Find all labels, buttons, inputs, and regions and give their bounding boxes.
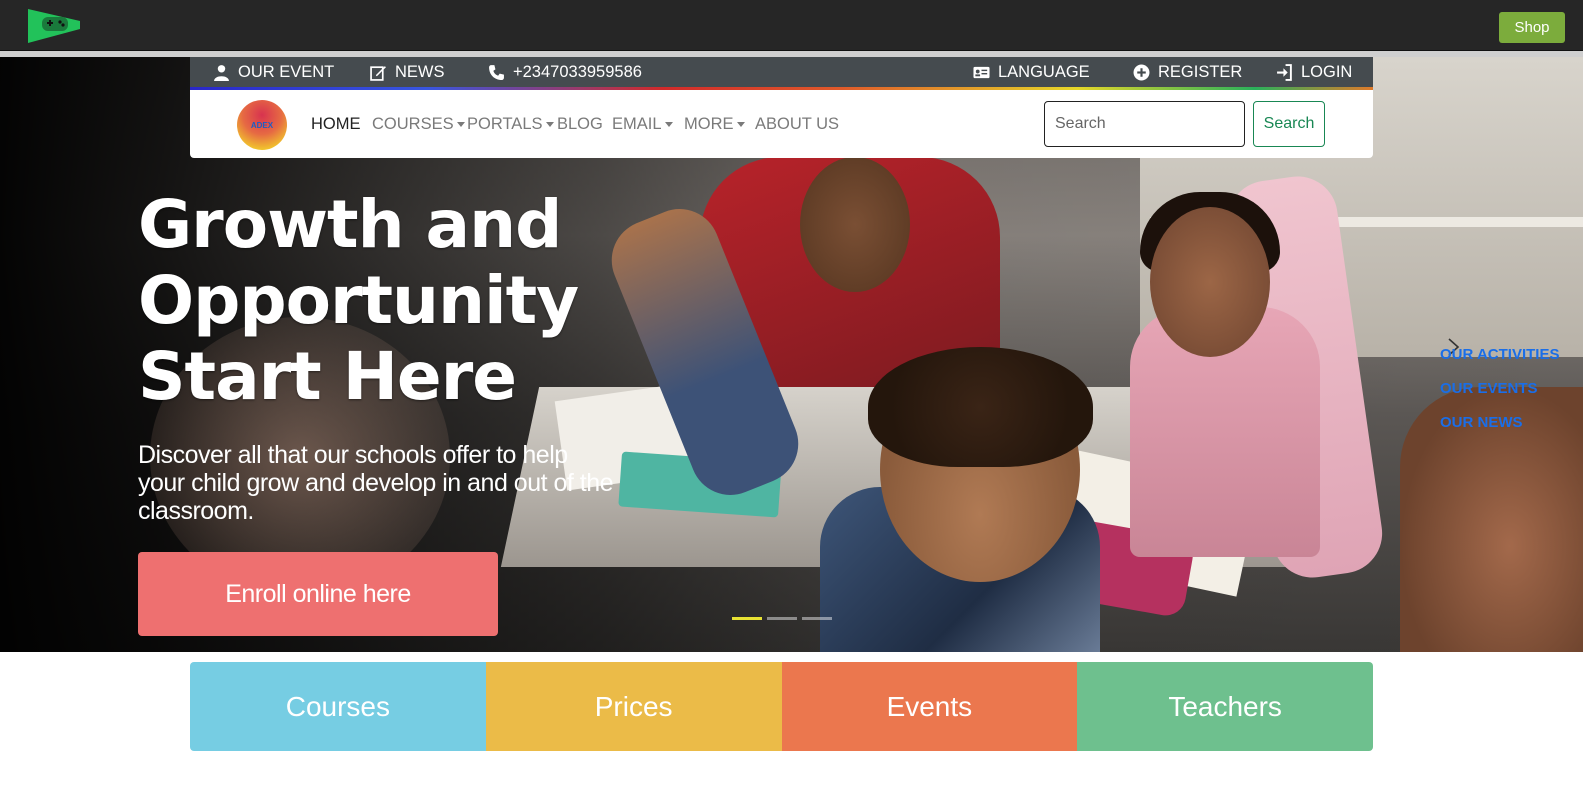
tile-events-label: Events — [886, 690, 973, 722]
tile-prices[interactable]: Prices — [485, 662, 782, 751]
our-news-link[interactable]: OUR NEWS — [1440, 413, 1559, 447]
nav-more-label: MORE — [684, 115, 734, 133]
nav-home-label: HOME — [311, 115, 361, 133]
carousel-indicator[interactable] — [802, 617, 832, 620]
search-input[interactable] — [1044, 101, 1245, 147]
nav-portals-label: PORTALS — [467, 115, 543, 133]
hero-title-line: Growth and — [138, 186, 562, 263]
nav-email[interactable]: EMAIL — [612, 115, 673, 134]
language-label: LANGUAGE — [998, 63, 1090, 81]
top-bar: Shop — [0, 0, 1583, 51]
phone-number: +2347033959586 — [513, 63, 642, 81]
chevron-down-icon — [664, 122, 673, 128]
plus-circle-icon — [1133, 64, 1150, 80]
hero-photo-boy-hair — [868, 347, 1093, 467]
nav-courses-label: COURSES — [372, 115, 454, 133]
register-label: REGISTER — [1158, 63, 1243, 81]
chevron-down-icon — [736, 122, 745, 128]
carousel-indicator[interactable] — [732, 617, 762, 620]
hero-title-line: Start Here — [138, 338, 517, 415]
chevron-down-icon — [545, 122, 554, 128]
hero-photo-child-red-head — [800, 157, 910, 292]
hero-side-links: OUR ACTIVITIES OUR EVENTS OUR NEWS — [1440, 345, 1559, 447]
shop-button[interactable]: Shop — [1499, 12, 1565, 43]
nav-more[interactable]: MORE — [684, 115, 745, 134]
id-card-icon — [973, 66, 990, 78]
edit-icon — [370, 65, 386, 81]
login-label: LOGIN — [1301, 63, 1353, 81]
register-link[interactable]: REGISTER — [1133, 57, 1242, 87]
nav-email-label: EMAIL — [612, 115, 662, 133]
our-events-link[interactable]: OUR EVENTS — [1440, 379, 1559, 413]
our-event-link[interactable]: OUR EVENT — [213, 57, 334, 87]
site-header: OUR EVENT NEWS +2347033959586 LANGUAGE R… — [190, 57, 1373, 158]
our-event-label: OUR EVENT — [238, 63, 335, 81]
school-logo-text: ADEX — [250, 120, 274, 130]
nav-portals[interactable]: PORTALS — [467, 115, 554, 134]
login-link[interactable]: LOGIN — [1276, 57, 1352, 87]
sign-in-icon — [1277, 63, 1292, 81]
tile-events[interactable]: Events — [781, 662, 1078, 751]
nav-about-us-label: ABOUT US — [755, 115, 840, 133]
hero-title-line: Opportunity — [138, 262, 579, 339]
school-logo[interactable]: ADEX — [237, 100, 287, 150]
hero-photo-child-pink-head — [1150, 207, 1270, 357]
info-bar: OUR EVENT NEWS +2347033959586 LANGUAGE R… — [190, 57, 1373, 87]
search-button[interactable]: Search — [1253, 101, 1325, 147]
phone-link[interactable]: +2347033959586 — [488, 57, 642, 87]
nav-blog[interactable]: BLOG — [557, 115, 603, 134]
our-activities-link[interactable]: OUR ACTIVITIES — [1440, 345, 1559, 379]
phone-icon — [489, 64, 504, 80]
news-link[interactable]: NEWS — [370, 57, 445, 87]
feature-tiles: Courses Prices Events Teachers — [190, 662, 1373, 751]
tile-prices-label: Prices — [594, 690, 673, 722]
tile-courses[interactable]: Courses — [190, 662, 486, 751]
nav-home[interactable]: HOME — [311, 115, 361, 134]
game-controller-logo-icon[interactable] — [26, 7, 82, 45]
user-icon — [214, 64, 229, 81]
enroll-online-button[interactable]: Enroll online here — [138, 552, 498, 636]
news-label: NEWS — [395, 63, 445, 81]
language-link[interactable]: LANGUAGE — [973, 57, 1090, 87]
nav-blog-label: BLOG — [557, 115, 603, 133]
tile-teachers[interactable]: Teachers — [1077, 662, 1373, 751]
chevron-down-icon — [456, 122, 465, 128]
nav-courses[interactable]: COURSES — [372, 115, 465, 134]
hero-title: Growth and Opportunity Start Here — [138, 187, 698, 415]
main-nav: ADEX HOME COURSES PORTALS BLOG EMAIL MOR… — [190, 90, 1373, 158]
tile-teachers-label: Teachers — [1168, 690, 1282, 722]
nav-about-us[interactable]: ABOUT US — [755, 115, 839, 134]
hero-subtitle: Discover all that our schools offer to h… — [138, 441, 614, 525]
carousel-indicator[interactable] — [767, 617, 797, 620]
tile-courses-label: Courses — [285, 690, 390, 722]
